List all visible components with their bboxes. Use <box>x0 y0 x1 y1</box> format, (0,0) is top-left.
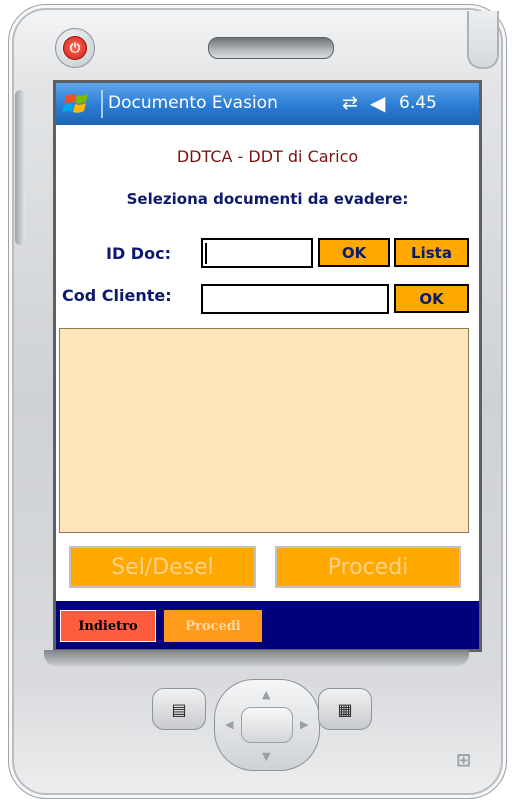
form-title: DDTCA - DDT di Carico <box>176 147 359 166</box>
procedi-softkey[interactable]: Procedi <box>164 610 262 642</box>
right-softkey-hw-button[interactable]: ▦ <box>318 688 372 730</box>
speaker-grille <box>208 37 334 59</box>
dpad-left-icon[interactable]: ◀ <box>225 718 233 731</box>
dpad-right-icon[interactable]: ▶ <box>300 718 308 731</box>
dpad-up-icon[interactable]: ▲ <box>262 688 270 701</box>
softkey-bar: Indietro Procedi <box>56 601 479 649</box>
procedi-button[interactable]: Procedi <box>275 546 461 588</box>
clock[interactable]: 6.45 <box>399 93 437 113</box>
id-doc-ok-button[interactable]: OK <box>318 238 390 267</box>
text-cursor <box>205 243 207 264</box>
cod-cliente-ok-button[interactable]: OK <box>394 284 469 313</box>
title-separator <box>101 90 103 118</box>
documents-list[interactable] <box>59 328 469 533</box>
windows-logo-icon: ⊞ <box>456 750 472 771</box>
speaker-volume-icon[interactable]: ◀ <box>370 91 385 115</box>
device-screen: Documento Evasion ⇄ ◀ 6.45 DDTCA - DDT d… <box>53 80 482 652</box>
keypad-icon: ▦ <box>337 699 353 719</box>
navigation-dpad[interactable]: ▲ ▼ ◀ ▶ <box>214 679 320 771</box>
screen-bezel-bottom <box>44 650 469 666</box>
calendar-icon: ▤ <box>171 699 187 719</box>
dpad-down-icon[interactable]: ▼ <box>262 750 270 763</box>
id-doc-label: ID Doc: <box>106 244 171 263</box>
indietro-softkey[interactable]: Indietro <box>60 610 156 642</box>
stylus-slot <box>467 11 499 69</box>
windows-flag-icon[interactable] <box>62 91 92 117</box>
power-icon: ⏻ <box>63 36 87 60</box>
title-bar: Documento Evasion ⇄ ◀ 6.45 <box>56 83 479 125</box>
form-subtitle: Seleziona documenti da evadere: <box>126 190 409 208</box>
connectivity-arrows-icon[interactable]: ⇄ <box>342 92 358 114</box>
sel-desel-button[interactable]: Sel/Desel <box>69 546 256 588</box>
power-button[interactable]: ⏻ <box>55 28 95 68</box>
lista-button[interactable]: Lista <box>394 238 469 267</box>
window-title: Documento Evasion <box>108 93 278 113</box>
cod-cliente-input[interactable] <box>201 284 389 314</box>
left-softkey-hw-button[interactable]: ▤ <box>152 688 206 730</box>
dpad-center-button[interactable] <box>241 707 293 743</box>
cod-cliente-label: Cod Cliente: <box>62 286 172 305</box>
id-doc-input[interactable] <box>201 238 313 268</box>
side-button[interactable] <box>15 90 25 245</box>
